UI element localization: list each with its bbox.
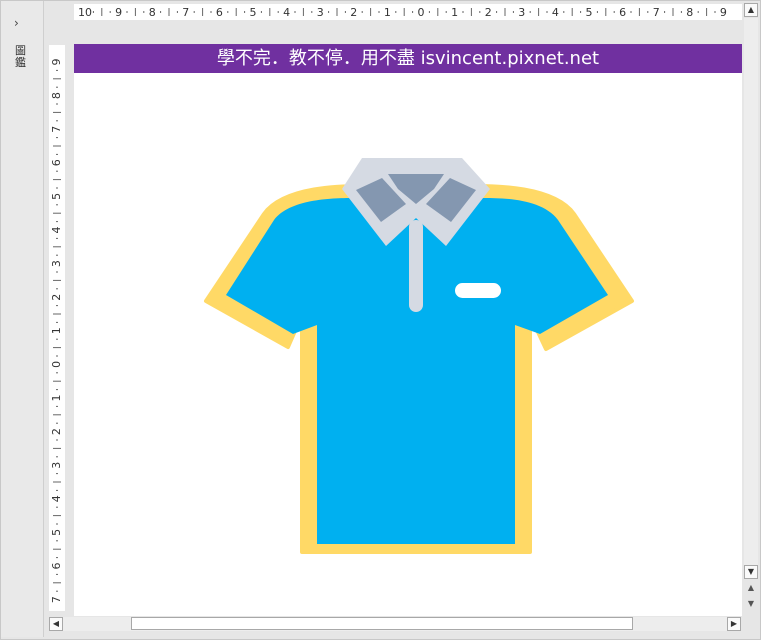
- previous-page-icon[interactable]: ▲: [744, 582, 758, 596]
- ruler-label: 5: [586, 6, 593, 19]
- ruler-label: 7: [50, 126, 63, 133]
- ruler-label: 2: [485, 6, 492, 19]
- vertical-scrollbar[interactable]: [744, 18, 758, 566]
- expand-pane-icon[interactable]: ›: [14, 17, 19, 29]
- scroll-left-button[interactable]: ◀: [49, 617, 63, 631]
- navigation-pane-label[interactable]: 圖鑑: [15, 45, 27, 69]
- ruler-label: 3: [50, 462, 63, 469]
- ruler-label: 8: [686, 6, 693, 19]
- ruler-label: 4: [50, 495, 63, 502]
- ruler-label: 5: [250, 6, 257, 19]
- ruler-label: 0: [50, 361, 63, 368]
- next-page-icon[interactable]: ▼: [744, 598, 758, 612]
- ruler-label: 1: [50, 395, 63, 402]
- ruler-label: 8: [50, 92, 63, 99]
- ruler-label: 3: [50, 260, 63, 267]
- polo-shirt-icon[interactable]: [74, 44, 742, 616]
- ruler-label: 2: [50, 294, 63, 301]
- ruler-label: 5: [50, 529, 63, 536]
- navigation-pane: › 圖鑑: [1, 1, 44, 637]
- ruler-label: 8: [149, 6, 156, 19]
- horizontal-ruler[interactable]: 10 9 8 7 6 5 4 3 2 1 0 1 2 3 4 5 6 7 8 9: [74, 4, 742, 20]
- vertical-ruler[interactable]: 9 8 7 6 5 4 3 2 1 0 1 2 3 4 5 6 7: [49, 45, 65, 611]
- ruler-label: 1: [451, 6, 458, 19]
- scroll-up-button[interactable]: ▲: [744, 3, 758, 17]
- ruler-label: 4: [552, 6, 559, 19]
- ruler-label: 1: [384, 6, 391, 19]
- ruler-label: 3: [518, 6, 525, 19]
- ruler-label: 10: [78, 6, 92, 19]
- ruler-label: 2: [50, 428, 63, 435]
- horizontal-scroll-thumb[interactable]: [131, 617, 633, 630]
- shirt-pocket-icon: [455, 283, 501, 298]
- ruler-label: 6: [50, 563, 63, 570]
- ruler-label: 7: [50, 596, 63, 603]
- ruler-label: 6: [50, 159, 63, 166]
- ruler-label: 4: [283, 6, 290, 19]
- ruler-label: 9: [115, 6, 122, 19]
- ruler-label: 7: [653, 6, 660, 19]
- ruler-label: 1: [50, 327, 63, 334]
- ruler-label: 7: [182, 6, 189, 19]
- placket: [409, 220, 423, 312]
- ruler-label: 6: [619, 6, 626, 19]
- document-page[interactable]: 學不完．教不停．用不盡 isvincent.pixnet.net: [74, 44, 742, 616]
- ruler-label: 2: [350, 6, 357, 19]
- scroll-down-button[interactable]: ▼: [744, 565, 758, 579]
- ruler-label: 3: [317, 6, 324, 19]
- ruler-label: 0: [418, 6, 425, 19]
- ruler-label: 6: [216, 6, 223, 19]
- ruler-label: 5: [50, 193, 63, 200]
- ruler-label: 4: [50, 227, 63, 234]
- ruler-label: 9: [720, 6, 727, 19]
- ruler-label: 9: [50, 59, 63, 66]
- scroll-right-button[interactable]: ▶: [727, 617, 741, 631]
